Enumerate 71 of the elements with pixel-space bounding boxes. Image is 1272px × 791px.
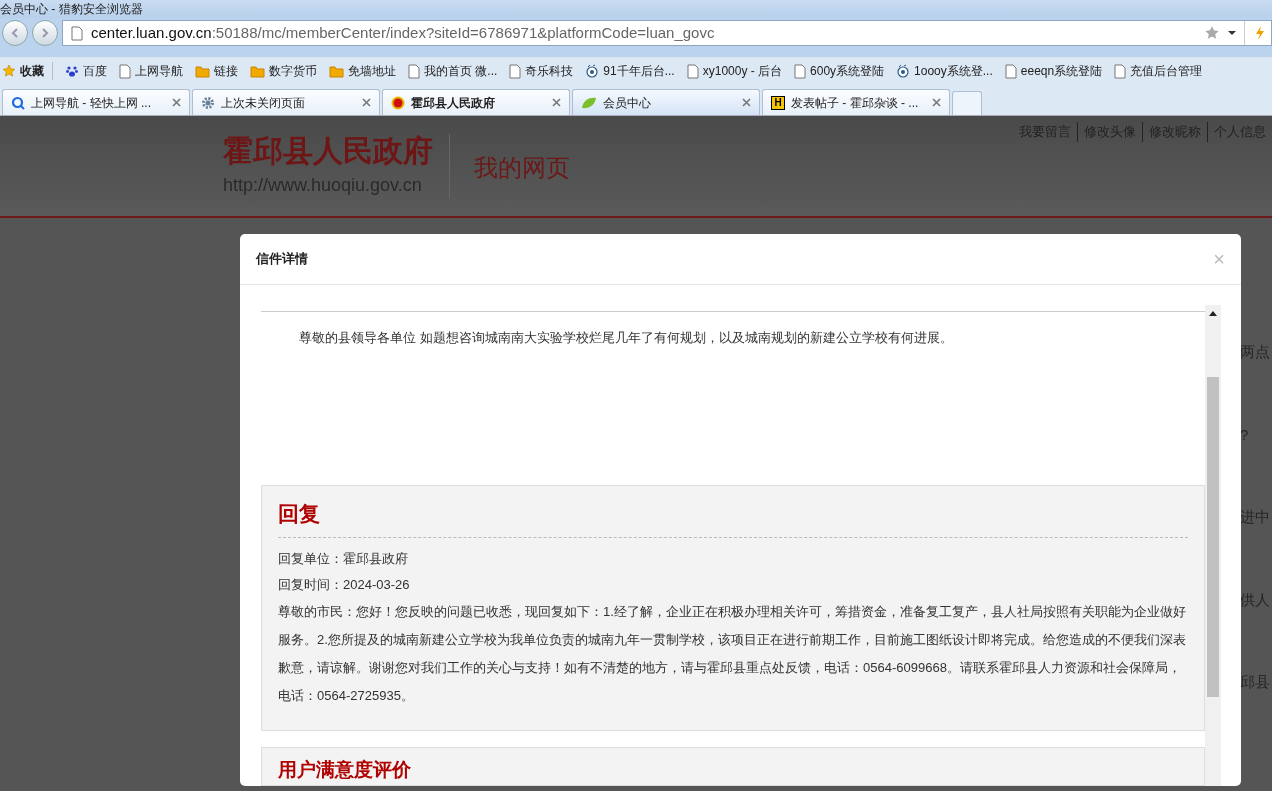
bookmark-item[interactable]: 链接 [195, 62, 238, 80]
leaf-icon [581, 96, 597, 109]
page-icon [794, 63, 807, 79]
reply-time: 回复时间：2024-03-26 [278, 576, 411, 595]
bookmark-item[interactable]: 1oooy系统登... [896, 62, 993, 80]
folder-icon [250, 64, 265, 78]
page-icon [509, 63, 522, 79]
forum-icon: H [771, 95, 785, 110]
page-icon [408, 63, 420, 79]
bookmark-item[interactable]: xy1000y - 后台 [686, 62, 783, 80]
tab-label: 上次未关闭页面 [221, 94, 306, 112]
bookmark-item[interactable]: eeeqn系统登陆 [1004, 62, 1103, 80]
chevron-right-icon [39, 27, 51, 39]
bookmark-item[interactable]: 91千年后台... [585, 62, 675, 80]
bookmark-item[interactable]: 百度 [65, 62, 107, 80]
browser-tab[interactable]: 会员中心 [572, 89, 760, 115]
star-icon [2, 64, 16, 78]
page-icon [1004, 63, 1017, 79]
tab-label: 会员中心 [603, 94, 652, 112]
lightning-icon[interactable] [1253, 25, 1267, 41]
back-button[interactable] [2, 20, 28, 46]
scroll-up-icon[interactable] [1209, 311, 1217, 317]
tab-label: 发表帖子 - 霍邱杂谈 - ... [791, 94, 920, 112]
folder-icon [195, 64, 210, 78]
eye-icon [585, 64, 600, 78]
star-icon[interactable] [1204, 25, 1220, 41]
tab-label: 霍邱县人民政府 [411, 94, 496, 112]
close-icon[interactable] [362, 98, 371, 107]
close-icon[interactable] [742, 98, 751, 107]
window-title: 会员中心 - 猎豹安全浏览器 [0, 1, 143, 18]
bookmark-item[interactable]: 免墙地址 [329, 62, 396, 80]
rating-heading: 用户满意度评价 [278, 759, 411, 781]
folder-icon [329, 64, 344, 78]
scrollbar[interactable] [1205, 305, 1221, 786]
gear-icon [201, 95, 215, 110]
reply-unit: 回复单位：霍邱县政府 [278, 550, 409, 569]
dropdown-icon[interactable] [1228, 30, 1236, 36]
browser-tab[interactable]: 上次未关闭页面 [192, 89, 380, 115]
bookmark-item[interactable]: 收藏 [2, 62, 53, 80]
site-name: 霍邱县人民政府 [223, 134, 433, 168]
eye-icon [896, 64, 911, 78]
browser-tab[interactable]: 霍邱县人民政府 [382, 89, 570, 115]
page-icon [71, 25, 83, 41]
url-text: center.luan.gov.cn:50188/mc/memberCenter/index?siteId=6786971&platformCode=luan_govc [91, 22, 715, 43]
address-field[interactable]: center.luan.gov.cn:50188/mc/memberCenter/index?siteId=6786971&platformCode=luan_govc [62, 20, 1272, 46]
forward-button[interactable] [32, 20, 58, 46]
tab-label: 上网导航 - 轻快上网 ... [31, 94, 152, 112]
search-icon [11, 95, 25, 110]
bookmark-item[interactable]: 600y系统登陆 [794, 62, 885, 80]
background-text: ? [1240, 424, 1250, 445]
dialog-title: 信件详情 [256, 250, 308, 269]
bookmark-item[interactable]: 数字货币 [250, 62, 317, 80]
chevron-left-icon [9, 27, 21, 39]
reply-text: 尊敬的市民：您好！您反映的问题已收悉，现回复如下：1.经了解，企业正在积极办理相关许可，筹措资金，准备复工复产，县人社局按照有关职能为企业做好服务。2.您所提及的城南新建公立学校为我单位负责的城南九年一贯制学校，该项目正在进行前期工作，目前施工图纸设计即将完成。给您造成的不便我们深表歉意，请谅解。谢谢您对我们工作的关心与支持！如有不清楚的地方，请与霍邱县重点处反馈，电话：0564-6099668。请联系霍邱县人力资源和社会保障局，电话：0564-2725935。 [278, 603, 1187, 706]
page-icon [1114, 63, 1127, 79]
reply-heading: 回复 [278, 497, 1188, 539]
paw-icon [65, 64, 79, 78]
page-icon [686, 63, 699, 79]
page-icon [119, 63, 131, 79]
close-icon[interactable] [172, 98, 181, 107]
emblem-icon [391, 95, 405, 110]
letter-text: 尊敬的县领导各单位 如题想咨询城南南大实验学校烂尾几年了有何规划，以及城南规划的新建公立学校有何进展。 [298, 329, 954, 347]
browser-tab[interactable]: 上网导航 - 轻快上网 ... [2, 89, 190, 115]
close-icon[interactable] [932, 98, 941, 107]
close-icon[interactable] [552, 98, 561, 107]
bookmark-item[interactable]: 上网导航 [119, 62, 183, 80]
browser-tab[interactable]: H 发表帖子 - 霍邱杂谈 - ... [762, 89, 950, 115]
bookmark-item[interactable]: 充值后台管理 [1114, 62, 1203, 80]
bookmark-item[interactable]: 奇乐科技 [509, 62, 574, 80]
bookmark-item[interactable]: 我的首页 微... [408, 62, 498, 80]
section-title: 我的网页 [474, 153, 570, 183]
